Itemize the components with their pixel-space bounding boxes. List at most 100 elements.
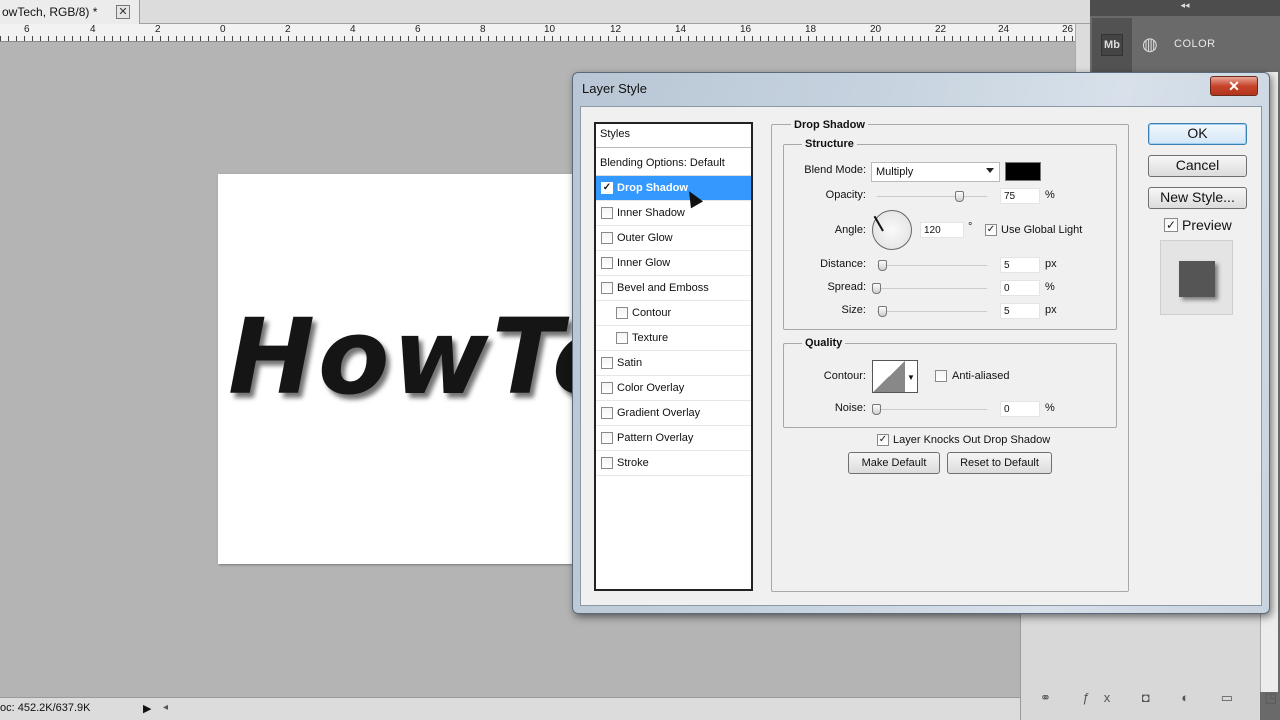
- blend-mode-label: Blend Mode:: [804, 164, 866, 176]
- style-item-checkbox[interactable]: [601, 382, 613, 394]
- style-item-checkbox[interactable]: [601, 357, 613, 369]
- structure-title: Structure: [802, 138, 857, 150]
- style-item-checkbox[interactable]: [601, 207, 613, 219]
- noise-label: Noise:: [834, 402, 866, 414]
- preview-label[interactable]: Preview: [1182, 217, 1232, 233]
- opacity-slider-thumb[interactable]: [954, 191, 964, 202]
- ruler-number: 10: [544, 24, 556, 35]
- size-slider[interactable]: [877, 311, 987, 312]
- opacity-unit: %: [1045, 189, 1055, 201]
- style-item-texture[interactable]: Texture: [596, 326, 751, 351]
- distance-label: Distance:: [820, 258, 866, 270]
- style-item-label: Bevel and Emboss: [617, 282, 709, 294]
- style-item-label: Inner Shadow: [617, 207, 685, 219]
- status-menu-arrow-icon[interactable]: ▶: [143, 702, 151, 715]
- cancel-button[interactable]: Cancel: [1148, 155, 1247, 177]
- noise-slider-thumb[interactable]: [872, 404, 881, 415]
- style-item-checkbox[interactable]: ✓: [601, 182, 613, 194]
- style-item-label: Inner Glow: [617, 257, 671, 269]
- color-panel-label[interactable]: COLOR: [1174, 38, 1216, 50]
- reset-to-default-button[interactable]: Reset to Default: [947, 452, 1052, 474]
- distance-slider-thumb[interactable]: [878, 260, 887, 271]
- style-item-checkbox[interactable]: [601, 457, 613, 469]
- style-item-outer-glow[interactable]: Outer Glow: [596, 226, 751, 251]
- style-item-label: Gradient Overlay: [617, 407, 701, 419]
- style-item-checkbox[interactable]: [616, 332, 628, 344]
- angle-label: Angle:: [834, 224, 866, 236]
- ruler-number: 2: [285, 24, 291, 35]
- horizontal-ruler: [0, 24, 1075, 42]
- style-item-bevel-and-emboss[interactable]: Bevel and Emboss: [596, 276, 751, 301]
- contour-picker[interactable]: [872, 360, 906, 393]
- opacity-slider[interactable]: [877, 196, 987, 197]
- style-item-drop-shadow[interactable]: ✓ Drop Shadow: [596, 176, 751, 201]
- spread-input[interactable]: 0: [1000, 280, 1040, 296]
- style-item-contour[interactable]: Contour: [596, 301, 751, 326]
- style-item-pattern-overlay[interactable]: Pattern Overlay: [596, 426, 751, 451]
- opacity-input[interactable]: 75: [1000, 188, 1040, 204]
- distance-slider[interactable]: [877, 265, 987, 266]
- document-size-info: oc: 452.2K/637.9K: [0, 702, 91, 714]
- styles-header[interactable]: Styles: [596, 124, 751, 148]
- style-item-label: Texture: [632, 332, 669, 344]
- ruler-number: 0: [220, 24, 226, 35]
- preview-checkbox[interactable]: ✓: [1164, 218, 1178, 232]
- size-input[interactable]: 5: [1000, 303, 1040, 319]
- mini-bridge-icon[interactable]: Mb: [1101, 34, 1123, 56]
- new-style-button[interactable]: New Style...: [1148, 187, 1247, 209]
- ruler-number: 18: [805, 24, 817, 35]
- contour-dropdown-icon[interactable]: ▼: [905, 360, 918, 393]
- drop-shadow-title: Drop Shadow: [791, 119, 868, 131]
- noise-slider[interactable]: [877, 409, 987, 410]
- layer-knocks-out-checkbox[interactable]: ✓: [877, 434, 889, 446]
- anti-aliased-label[interactable]: Anti-aliased: [952, 370, 1009, 382]
- style-item-color-overlay[interactable]: Color Overlay: [596, 376, 751, 401]
- color-palette-icon[interactable]: ◍: [1142, 34, 1164, 54]
- blending-options-item[interactable]: Blending Options: Default: [596, 152, 751, 176]
- ruler-number: 4: [90, 24, 96, 35]
- size-slider-thumb[interactable]: [878, 306, 887, 317]
- spread-slider[interactable]: [877, 288, 987, 289]
- noise-input[interactable]: 0: [1000, 401, 1040, 417]
- style-item-checkbox[interactable]: [601, 432, 613, 444]
- style-item-checkbox[interactable]: [601, 257, 613, 269]
- quality-group: [783, 343, 1117, 428]
- spread-slider-thumb[interactable]: [872, 283, 881, 294]
- anti-aliased-checkbox[interactable]: [935, 370, 947, 382]
- style-item-stroke[interactable]: Stroke: [596, 451, 751, 476]
- ok-button[interactable]: OK: [1148, 123, 1247, 145]
- style-item-inner-glow[interactable]: Inner Glow: [596, 251, 751, 276]
- use-global-light-label[interactable]: Use Global Light: [1001, 224, 1082, 236]
- layers-panel-toolbar[interactable]: ⚭ ƒx ◘ ◐ ▭ ◳ ⌫: [1040, 690, 1280, 706]
- panel-collapse-icon[interactable]: ◂◂: [1090, 0, 1280, 16]
- opacity-label: Opacity:: [825, 189, 866, 201]
- style-item-inner-shadow[interactable]: Inner Shadow: [596, 201, 751, 226]
- style-item-gradient-overlay[interactable]: Gradient Overlay: [596, 401, 751, 426]
- scroll-left-icon[interactable]: ◂: [163, 702, 168, 713]
- angle-input[interactable]: 120: [920, 222, 964, 238]
- style-item-label: Pattern Overlay: [617, 432, 694, 444]
- style-item-checkbox[interactable]: [601, 407, 613, 419]
- make-default-button[interactable]: Make Default: [848, 452, 940, 474]
- ruler-number: 22: [935, 24, 947, 35]
- ruler-number: 8: [480, 24, 486, 35]
- chevron-down-icon[interactable]: [986, 168, 994, 173]
- close-tab-icon[interactable]: ✕: [116, 5, 130, 19]
- distance-input[interactable]: 5: [1000, 257, 1040, 273]
- close-icon[interactable]: ✕: [1210, 76, 1258, 96]
- blend-mode-select[interactable]: Multiply: [871, 162, 1000, 182]
- style-item-label: Satin: [617, 357, 643, 369]
- spread-label: Spread:: [827, 281, 866, 293]
- angle-dial[interactable]: [872, 210, 912, 250]
- distance-unit: px: [1045, 258, 1057, 270]
- style-item-checkbox[interactable]: [616, 307, 628, 319]
- use-global-light-checkbox[interactable]: ✓: [985, 224, 997, 236]
- style-item-satin[interactable]: Satin: [596, 351, 751, 376]
- style-item-checkbox[interactable]: [601, 282, 613, 294]
- ruler-number: 12: [610, 24, 622, 35]
- layer-knocks-out-label[interactable]: Layer Knocks Out Drop Shadow: [893, 434, 1050, 446]
- quality-title: Quality: [802, 337, 846, 349]
- ruler-number: 16: [740, 24, 752, 35]
- style-item-checkbox[interactable]: [601, 232, 613, 244]
- shadow-color-swatch[interactable]: [1005, 162, 1041, 181]
